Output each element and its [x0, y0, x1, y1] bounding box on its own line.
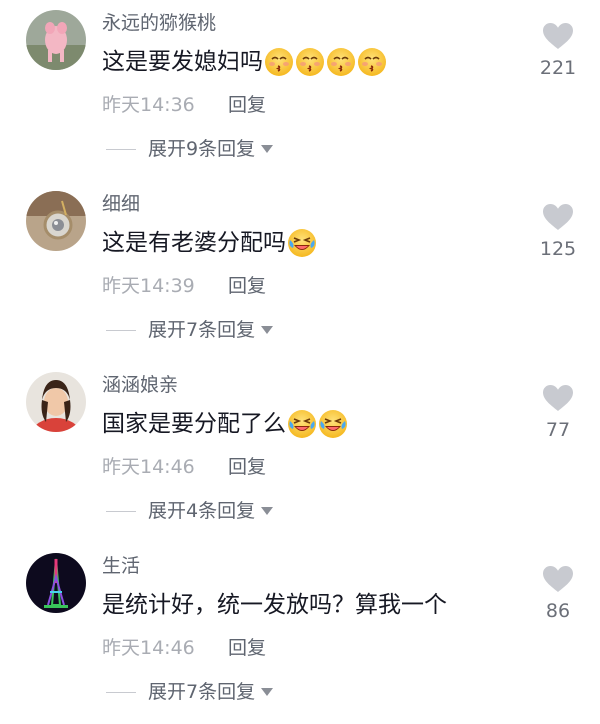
reply-button[interactable]: 回复 — [228, 273, 266, 299]
kiss-emoji — [264, 47, 294, 77]
like-button[interactable]: 221 — [538, 22, 578, 80]
comment-item: 永远的猕猴桃 这是要发媳妇吗 昨天14:36 回复 展开9条回复 221 — [0, 0, 600, 181]
like-count: 221 — [539, 57, 577, 79]
comment-item: 细细 这是有老婆分配吗 昨天14:39 回复 展开7条回复 125 — [0, 181, 600, 362]
username[interactable]: 生活 — [102, 553, 140, 579]
comment-text: 这是要发媳妇吗 — [102, 45, 387, 79]
laugh-cry-emoji — [318, 409, 348, 439]
comment-time: 昨天14:46 — [102, 637, 195, 659]
reply-button[interactable]: 回复 — [228, 92, 266, 118]
laugh-cry-emoji — [287, 228, 317, 258]
avatar[interactable] — [26, 553, 86, 613]
like-count: 125 — [539, 238, 577, 260]
heart-icon — [543, 23, 573, 49]
avatar[interactable] — [26, 191, 86, 251]
expand-replies-label: 展开7条回复 — [148, 319, 256, 341]
like-button[interactable]: 86 — [538, 565, 578, 623]
reply-button[interactable]: 回复 — [228, 635, 266, 661]
kiss-emoji — [295, 47, 325, 77]
reply-button[interactable]: 回复 — [228, 454, 266, 480]
heart-icon — [543, 204, 573, 230]
expand-replies-button[interactable]: 展开9条回复 — [106, 136, 274, 162]
expand-replies-button[interactable]: 展开7条回复 — [106, 679, 274, 705]
chevron-down-icon — [261, 688, 274, 696]
like-count: 86 — [545, 600, 571, 622]
comment-text-content: 国家是要分配了么 — [102, 411, 286, 437]
username[interactable]: 细细 — [102, 191, 140, 217]
comment-item: 涵涵娘亲 国家是要分配了么 昨天14:46 回复 展开4条回复 77 — [0, 362, 600, 543]
expand-replies-label: 展开9条回复 — [148, 138, 256, 160]
expand-replies-label: 展开4条回复 — [148, 500, 256, 522]
like-count: 77 — [545, 419, 571, 441]
kiss-emoji — [357, 47, 387, 77]
avatar[interactable] — [26, 10, 86, 70]
heart-icon — [543, 566, 573, 592]
avatar[interactable] — [26, 372, 86, 432]
kiss-emoji — [326, 47, 356, 77]
chevron-down-icon — [261, 326, 274, 334]
expand-replies-button[interactable]: 展开4条回复 — [106, 498, 274, 524]
comment-text-content: 是统计好，统一发放吗？算我一个 — [102, 592, 447, 618]
expand-replies-button[interactable]: 展开7条回复 — [106, 317, 274, 343]
divider-line — [106, 510, 136, 512]
comment-text: 是统计好，统一发放吗？算我一个 — [102, 588, 447, 622]
divider-line — [106, 148, 136, 150]
laugh-cry-emoji — [287, 409, 317, 439]
chevron-down-icon — [261, 507, 274, 515]
comment-time: 昨天14:39 — [102, 275, 195, 297]
comment-item: 生活 是统计好，统一发放吗？算我一个 昨天14:46 回复 展开7条回复 86 — [0, 543, 600, 724]
comment-time: 昨天14:46 — [102, 456, 195, 478]
comment-text: 国家是要分配了么 — [102, 407, 348, 441]
chevron-down-icon — [261, 145, 274, 153]
like-button[interactable]: 77 — [538, 384, 578, 442]
divider-line — [106, 329, 136, 331]
comment-text-content: 这是要发媳妇吗 — [102, 49, 263, 75]
comment-text-content: 这是有老婆分配吗 — [102, 230, 286, 256]
username[interactable]: 涵涵娘亲 — [102, 372, 178, 398]
like-button[interactable]: 125 — [538, 203, 578, 261]
username[interactable]: 永远的猕猴桃 — [102, 10, 216, 36]
heart-icon — [543, 385, 573, 411]
expand-replies-label: 展开7条回复 — [148, 681, 256, 703]
comment-time: 昨天14:36 — [102, 94, 195, 116]
comment-text: 这是有老婆分配吗 — [102, 226, 317, 260]
divider-line — [106, 691, 136, 693]
